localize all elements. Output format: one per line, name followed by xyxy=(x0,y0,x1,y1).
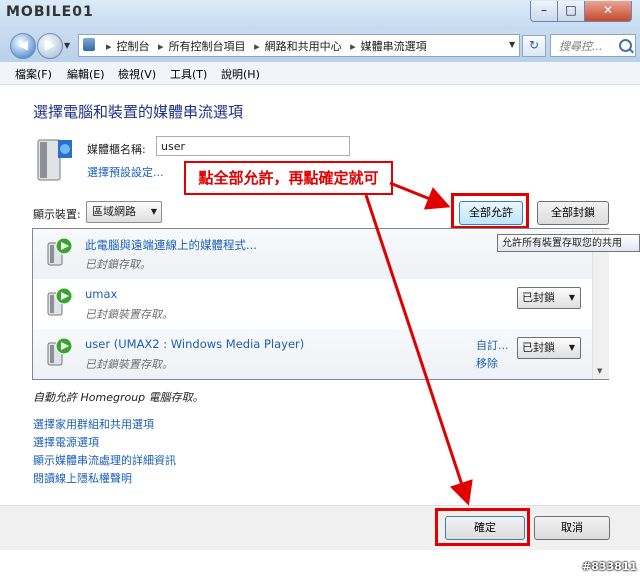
network-select[interactable]: 區域網路 ▼ xyxy=(86,201,162,223)
menu-file[interactable]: 檔案(F) xyxy=(15,66,52,82)
device-access-value: 已封鎖 xyxy=(522,341,555,354)
breadcrumb-item[interactable]: 媒體串流選項 xyxy=(361,40,427,53)
control-panel-icon xyxy=(83,38,95,51)
breadcrumb-item[interactable]: 網路和共用中心 xyxy=(265,40,342,53)
menu-help[interactable]: 說明(H) xyxy=(221,66,260,82)
device-title[interactable]: 此電腦與遠端連線上的媒體程式... xyxy=(85,237,257,253)
search-icon[interactable] xyxy=(619,39,632,52)
breadcrumb-separator: ▸ xyxy=(158,40,164,53)
page-title: 選擇電腦和裝置的媒體串流選項 xyxy=(33,103,244,121)
network-select-value: 區域網路 xyxy=(92,205,136,218)
refresh-button[interactable]: ↻ xyxy=(522,35,546,57)
allow-all-highlight-box xyxy=(451,193,529,229)
breadcrumb-item[interactable]: 所有控制台項目 xyxy=(169,40,246,53)
recent-pages-dropdown[interactable]: ▼ xyxy=(64,41,70,50)
breadcrumb: ▸ 控制台 ▸ 所有控制台項目 ▸ 網路和共用中心 ▸ 媒體串流選項 xyxy=(101,38,427,54)
minimize-button[interactable]: – xyxy=(530,1,558,22)
back-arrow-icon: ◀ xyxy=(18,38,28,53)
media-library-icon xyxy=(37,139,72,181)
show-devices-label: 顯示裝置: xyxy=(33,208,81,221)
arrow-to-allow-all xyxy=(389,181,451,210)
maximize-button[interactable]: □ xyxy=(557,1,585,22)
annotation-callout: 點全部允許，再點確定就可 xyxy=(184,161,393,195)
chevron-down-icon: ▼ xyxy=(150,207,157,216)
media-device-icon xyxy=(47,237,73,266)
close-button[interactable]: ✕ xyxy=(584,1,632,22)
device-access-value: 已封鎖 xyxy=(522,291,555,304)
list-item[interactable]: user (UMAX2 : Windows Media Player) 已封鎖裝… xyxy=(33,329,592,379)
bottom-strip xyxy=(0,550,640,578)
forward-arrow-icon: ▶ xyxy=(45,38,55,53)
forward-button[interactable]: ▶ xyxy=(37,33,63,59)
device-access-select[interactable]: 已封鎖 ▼ xyxy=(517,337,581,359)
watermark: #833811 xyxy=(582,560,638,573)
address-dropdown-icon[interactable]: ▼ xyxy=(509,40,515,49)
menu-view[interactable]: 檢視(V) xyxy=(118,66,156,82)
breadcrumb-separator: ▸ xyxy=(254,40,260,53)
device-status: 已封鎖存取。 xyxy=(85,258,151,271)
library-name-label: 媒體櫃名稱: xyxy=(87,143,146,156)
address-box[interactable]: ▸ 控制台 ▸ 所有控制台項目 ▸ 網路和共用中心 ▸ 媒體串流選項 ▼ xyxy=(78,34,520,57)
back-button[interactable]: ◀ xyxy=(10,33,36,59)
customize-link[interactable]: 自訂... xyxy=(476,337,509,353)
library-name-field[interactable]: user xyxy=(156,136,350,156)
device-title[interactable]: umax xyxy=(85,287,117,301)
chevron-down-icon: ▼ xyxy=(568,293,575,302)
device-status: 已封鎖裝置存取。 xyxy=(85,358,173,371)
search-input[interactable]: 搜尋控... xyxy=(550,34,636,57)
power-options-link[interactable]: 選擇電源選項 xyxy=(33,434,99,450)
breadcrumb-separator: ▸ xyxy=(106,40,112,53)
media-device-icon xyxy=(47,287,73,316)
refresh-icon: ↻ xyxy=(528,38,540,52)
device-access-select[interactable]: 已封鎖 ▼ xyxy=(517,287,581,309)
site-logo: MOBILE01 xyxy=(6,4,94,20)
default-settings-link[interactable]: 選擇預設設定... xyxy=(87,164,164,180)
menu-tools[interactable]: 工具(T) xyxy=(170,66,207,82)
address-bar-area: ◀ ▶ ▼ ▸ 控制台 ▸ 所有控制台項目 ▸ 網路和共用中心 ▸ 媒體串流選項 ▼ ↻… xyxy=(0,30,640,62)
streaming-details-link[interactable]: 顯示媒體串流處理的詳細資訊 xyxy=(33,452,176,468)
list-item[interactable]: umax 已封鎖裝置存取。 已封鎖 ▼ xyxy=(33,279,592,329)
title-bar: MOBILE01 – □ ✕ xyxy=(0,0,640,30)
media-device-icon xyxy=(47,337,73,366)
device-status: 已封鎖裝置存取。 xyxy=(85,308,173,321)
privacy-statement-link[interactable]: 閱讀線上隱私權聲明 xyxy=(33,470,132,486)
breadcrumb-separator: ▸ xyxy=(350,40,356,53)
menu-bar: 檔案(F) 編輯(E) 檢視(V) 工具(T) 說明(H) xyxy=(0,62,640,85)
block-all-button[interactable]: 全部封鎖 xyxy=(537,201,609,225)
device-title[interactable]: user (UMAX2 : Windows Media Player) xyxy=(85,337,304,351)
ok-highlight-box xyxy=(435,508,530,546)
breadcrumb-item[interactable]: 控制台 xyxy=(117,40,150,53)
tooltip: 允許所有裝置存取您的共用 xyxy=(497,234,640,252)
chevron-down-icon: ▼ xyxy=(568,343,575,352)
remove-link[interactable]: 移除 xyxy=(476,355,498,371)
search-placeholder: 搜尋控... xyxy=(559,40,603,53)
homegroup-sharing-link[interactable]: 選擇家用群組和共用選項 xyxy=(33,416,154,432)
scroll-down-icon[interactable]: ▼ xyxy=(597,367,602,375)
menu-edit[interactable]: 編輯(E) xyxy=(67,66,105,82)
auto-allow-text: 自動允許 Homegroup 電腦存取。 xyxy=(33,391,204,404)
cancel-button[interactable]: 取消 xyxy=(534,516,610,540)
